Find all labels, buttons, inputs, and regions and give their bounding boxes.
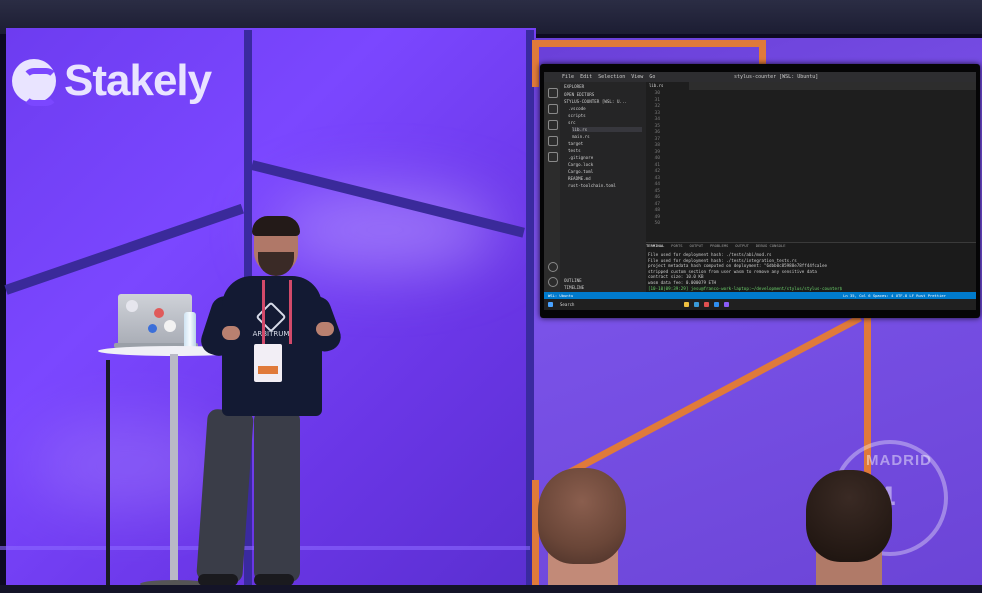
laptop-sticker <box>126 300 138 312</box>
laptop-sticker <box>154 308 164 318</box>
tree-item[interactable]: Cargo.toml <box>568 169 593 174</box>
stakely-logo-mark <box>12 59 58 106</box>
extensions-icon[interactable] <box>548 152 558 162</box>
laptop <box>118 294 192 346</box>
source-control-icon[interactable] <box>548 120 558 130</box>
conference-badge <box>254 344 282 382</box>
conference-stage-photo: Stakely MADRID 4 File Edit Selection Vie… <box>0 0 982 593</box>
open-editors-section[interactable]: OPEN EDITORS <box>564 92 594 97</box>
status-bar: WSL: Ubuntu Ln 35, Col 6 Spaces: 4 UTF-8… <box>544 292 976 299</box>
vscode-icon[interactable] <box>714 302 719 307</box>
madrid-badge-text: MADRID <box>866 452 932 469</box>
terminal-line: project metadata hash computed on deploy… <box>648 263 827 269</box>
laptop-sticker <box>148 324 157 333</box>
lanyard <box>262 280 292 344</box>
panel-tab-output-2[interactable]: OUTPUT <box>735 243 749 248</box>
terminal-prompt: [10-10|09:39:29] jesu@franco-work-laptop… <box>648 285 843 291</box>
speaker-leg <box>254 410 300 582</box>
tree-item[interactable]: rust-toolchain.toml <box>568 183 616 188</box>
terminal-output: File used for deployment hash: ./tests/a… <box>648 252 842 291</box>
menu-edit[interactable]: Edit <box>580 74 592 80</box>
tree-item[interactable]: tests <box>568 148 581 153</box>
terminal-panel[interactable]: TERMINAL PORTS OUTPUT PROBLEMS OUTPUT DE… <box>646 242 976 295</box>
windows-taskbar: Search <box>544 299 976 310</box>
stakely-logo: Stakely <box>12 56 212 106</box>
microphone-cable <box>106 360 110 586</box>
panel-tab-ports[interactable]: PORTS <box>671 243 682 248</box>
menu-file[interactable]: File <box>562 74 574 80</box>
tree-item-selected[interactable]: lib.rs <box>572 127 642 132</box>
activity-bar <box>544 82 560 292</box>
high-table-leg <box>170 354 178 586</box>
line-number: 50 <box>654 221 660 226</box>
menu-go[interactable]: Go <box>649 74 655 80</box>
windows-start-icon[interactable] <box>548 302 553 307</box>
tree-item[interactable]: .gitignore <box>568 155 593 160</box>
taskbar-search[interactable]: Search <box>560 299 574 310</box>
explorer-icon[interactable] <box>548 88 558 98</box>
tv-monitor: File Edit Selection View Go stylus-count… <box>540 64 980 318</box>
speaker-legs <box>196 408 308 586</box>
run-debug-icon[interactable] <box>548 136 558 146</box>
status-remote[interactable]: WSL: Ubuntu <box>544 293 573 298</box>
vscode-titlebar: File Edit Selection View Go stylus-count… <box>544 72 976 82</box>
status-cursor-info[interactable]: Ln 35, Col 6 Spaces: 4 UTF-8 LF Rust Pre… <box>843 292 946 299</box>
app-icon[interactable] <box>704 302 709 307</box>
panel-tabs: TERMINAL PORTS OUTPUT PROBLEMS OUTPUT DE… <box>646 243 976 250</box>
file-explorer-icon[interactable] <box>684 302 689 307</box>
tree-item[interactable]: Cargo.lock <box>568 162 593 167</box>
laptop-sticker <box>164 320 176 332</box>
code-editor[interactable]: lib.rs 30 31 32 33 34 35 36 37 38 39 40 … <box>646 82 976 242</box>
explorer-title: EXPLORER <box>564 84 585 89</box>
window-title: stylus-counter [WSL: Ubuntu] <box>734 74 819 80</box>
search-icon[interactable] <box>548 104 558 114</box>
stage-floor <box>0 585 982 593</box>
browser-icon[interactable] <box>694 302 699 307</box>
vscode-window: File Edit Selection View Go stylus-count… <box>544 72 976 310</box>
speaker-leg <box>196 408 254 584</box>
tree-item[interactable]: README.md <box>568 176 591 181</box>
app-icon[interactable] <box>724 302 729 307</box>
menu-selection[interactable]: Selection <box>598 74 625 80</box>
stakely-logo-text: Stakely <box>64 56 212 105</box>
settings-gear-icon[interactable] <box>548 277 558 287</box>
project-root[interactable]: STYLUS-COUNTER [WSL: U... <box>564 99 627 104</box>
speaker-hand <box>222 326 240 340</box>
tree-item[interactable]: target <box>568 141 583 146</box>
tree-item[interactable]: scripts <box>568 113 586 118</box>
menu-view[interactable]: View <box>631 74 643 80</box>
timeline-section[interactable]: TIMELINE <box>564 285 584 290</box>
menu-bar: File Edit Selection View Go <box>562 74 655 80</box>
account-icon[interactable] <box>548 262 558 272</box>
audience-head <box>806 470 892 562</box>
water-bottle <box>184 312 196 350</box>
panel-tab-debug-console[interactable]: DEBUG CONSOLE <box>756 243 786 248</box>
panel-tab-terminal[interactable]: TERMINAL <box>646 243 664 248</box>
explorer-sidebar: EXPLORER OPEN EDITORS STYLUS-COUNTER [WS… <box>560 82 646 292</box>
editor-tab-lib-rs[interactable]: lib.rs <box>646 82 689 90</box>
speaker-hand <box>316 322 334 336</box>
panel-tab-output[interactable]: OUTPUT <box>689 243 703 248</box>
tree-item[interactable]: src <box>568 120 576 125</box>
editor-tabs: lib.rs <box>646 82 976 90</box>
speaker-hair <box>252 216 300 236</box>
panel-tab-problems[interactable]: PROBLEMS <box>710 243 728 248</box>
line-number-gutter: 30 31 32 33 34 35 36 37 38 39 40 41 42 4… <box>646 91 660 228</box>
audience-head <box>538 468 626 564</box>
tree-item[interactable]: main.rs <box>572 134 590 139</box>
outline-section[interactable]: OUTLINE <box>564 278 582 283</box>
tree-item[interactable]: .vscode <box>568 106 586 111</box>
